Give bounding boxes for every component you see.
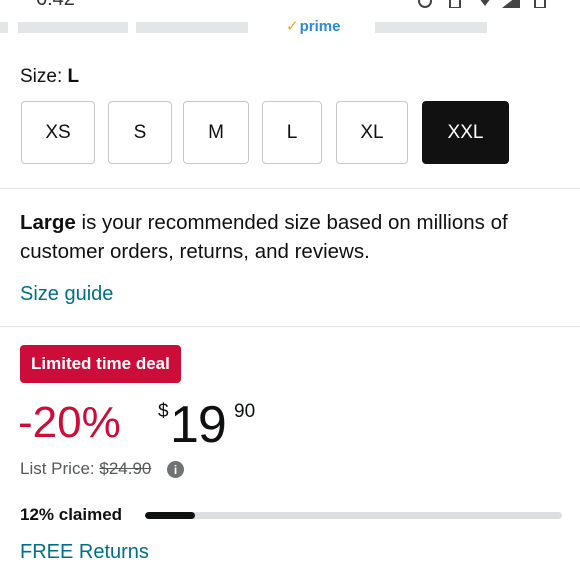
- list-price: List Price: $24.90: [20, 459, 152, 478]
- status-time: 6:42: [36, 0, 75, 11]
- placeholder-bar: [0, 22, 8, 33]
- status-bar: 6:42: [0, 0, 580, 12]
- wifi-icon: [480, 0, 490, 6]
- check-icon: ✓: [286, 18, 299, 35]
- free-returns-link[interactable]: FREE Returns: [20, 541, 149, 564]
- signal-icon: [502, 0, 520, 8]
- price-whole: 19: [170, 396, 227, 454]
- claimed-progress-bar: [145, 512, 562, 519]
- size-option-m[interactable]: M: [183, 101, 249, 164]
- vibrate-icon: [449, 0, 461, 8]
- size-guide-link[interactable]: Size guide: [20, 283, 113, 306]
- size-option-xs[interactable]: XS: [21, 101, 95, 164]
- list-price-value: $24.90: [99, 459, 152, 478]
- placeholder-bar: [18, 22, 128, 33]
- alarm-icon: [418, 0, 432, 8]
- prime-badge: ✓prime: [286, 18, 341, 35]
- discount-percent: -20%: [18, 398, 121, 447]
- price-fraction: 90: [234, 401, 256, 422]
- size-option-s[interactable]: S: [108, 101, 172, 164]
- size-label: Size: L: [20, 66, 80, 87]
- claimed-text: 12% claimed: [20, 505, 123, 524]
- placeholder-bar: [375, 22, 487, 33]
- battery-icon: [534, 0, 546, 8]
- size-recommendation: Large is your recommended size based on …: [20, 211, 508, 263]
- info-icon[interactable]: i: [167, 461, 184, 478]
- placeholder-bar: [136, 22, 248, 33]
- divider: [0, 326, 580, 327]
- divider: [0, 188, 580, 189]
- limited-time-deal-badge: Limited time deal: [20, 345, 181, 383]
- price-currency: $: [158, 401, 169, 422]
- claimed-progress-fill: [145, 512, 196, 519]
- selected-size-value: L: [67, 66, 80, 87]
- size-option-xxl[interactable]: XXL: [422, 101, 509, 164]
- size-option-l[interactable]: L: [262, 101, 322, 164]
- size-option-xl[interactable]: XL: [336, 101, 408, 164]
